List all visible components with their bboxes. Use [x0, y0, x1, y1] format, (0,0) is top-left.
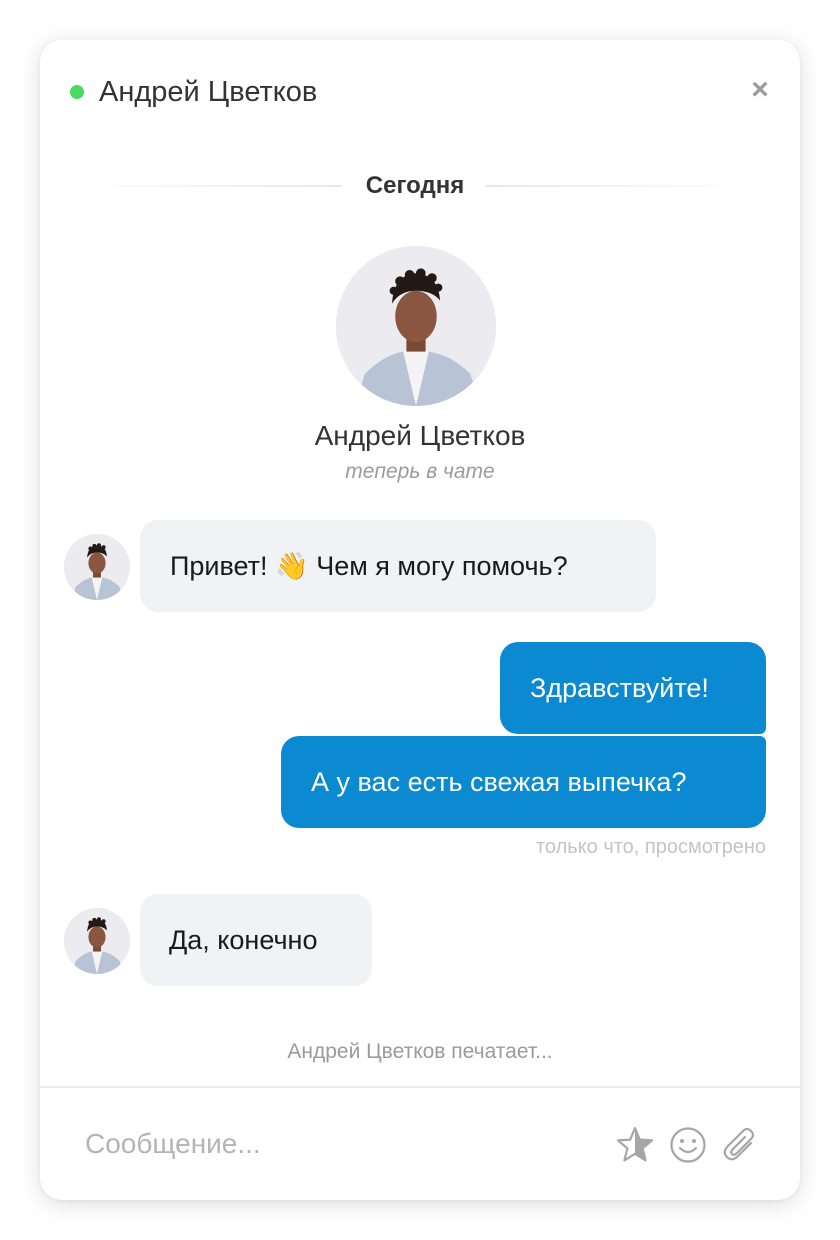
chat-window: Андрей Цветков × Сегодня Андрей Цветков …	[40, 40, 800, 1200]
message-incoming: Да, конечно	[140, 894, 372, 986]
message-text: Привет!	[170, 551, 268, 581]
typing-indicator: Андрей Цветков печатает...	[287, 1040, 553, 1063]
waving-hand-emoji: 👋	[275, 551, 309, 582]
date-divider-line-right	[486, 185, 758, 187]
message-text: Здравствуйте!	[530, 673, 709, 703]
paperclip-icon[interactable]	[721, 1125, 761, 1165]
avatar	[64, 908, 130, 974]
header-title: Андрей Цветков	[99, 76, 318, 108]
message-incoming: Привет! 👋 Чем я могу помочь?	[140, 520, 656, 612]
close-button[interactable]: ×	[746, 75, 774, 105]
message-text: А у вас есть свежая выпечка?	[311, 767, 687, 797]
agent-photo	[336, 246, 496, 406]
composer-divider	[40, 1086, 800, 1088]
star-icon[interactable]	[615, 1125, 655, 1165]
message-input[interactable]	[70, 1120, 600, 1168]
message-text: Чем я могу помочь?	[316, 551, 568, 581]
smile-icon[interactable]	[668, 1125, 708, 1165]
message-outgoing: Здравствуйте!	[500, 642, 766, 734]
agent-name: Андрей Цветков	[314, 420, 526, 451]
agent-photo	[64, 908, 130, 974]
agent-photo	[64, 534, 130, 600]
date-divider-label: Сегодня	[365, 172, 465, 199]
message-meta: только что, просмотрено	[535, 836, 766, 858]
agent-status: теперь в чате	[345, 460, 495, 483]
chat-header: Андрей Цветков ×	[40, 40, 800, 140]
message-text: Да, конечно	[169, 925, 318, 955]
online-status-dot	[70, 85, 84, 99]
agent-avatar-large	[336, 246, 496, 406]
date-divider-line-left	[70, 185, 342, 187]
message-outgoing: А у вас есть свежая выпечка?	[281, 736, 766, 828]
avatar	[64, 534, 130, 600]
